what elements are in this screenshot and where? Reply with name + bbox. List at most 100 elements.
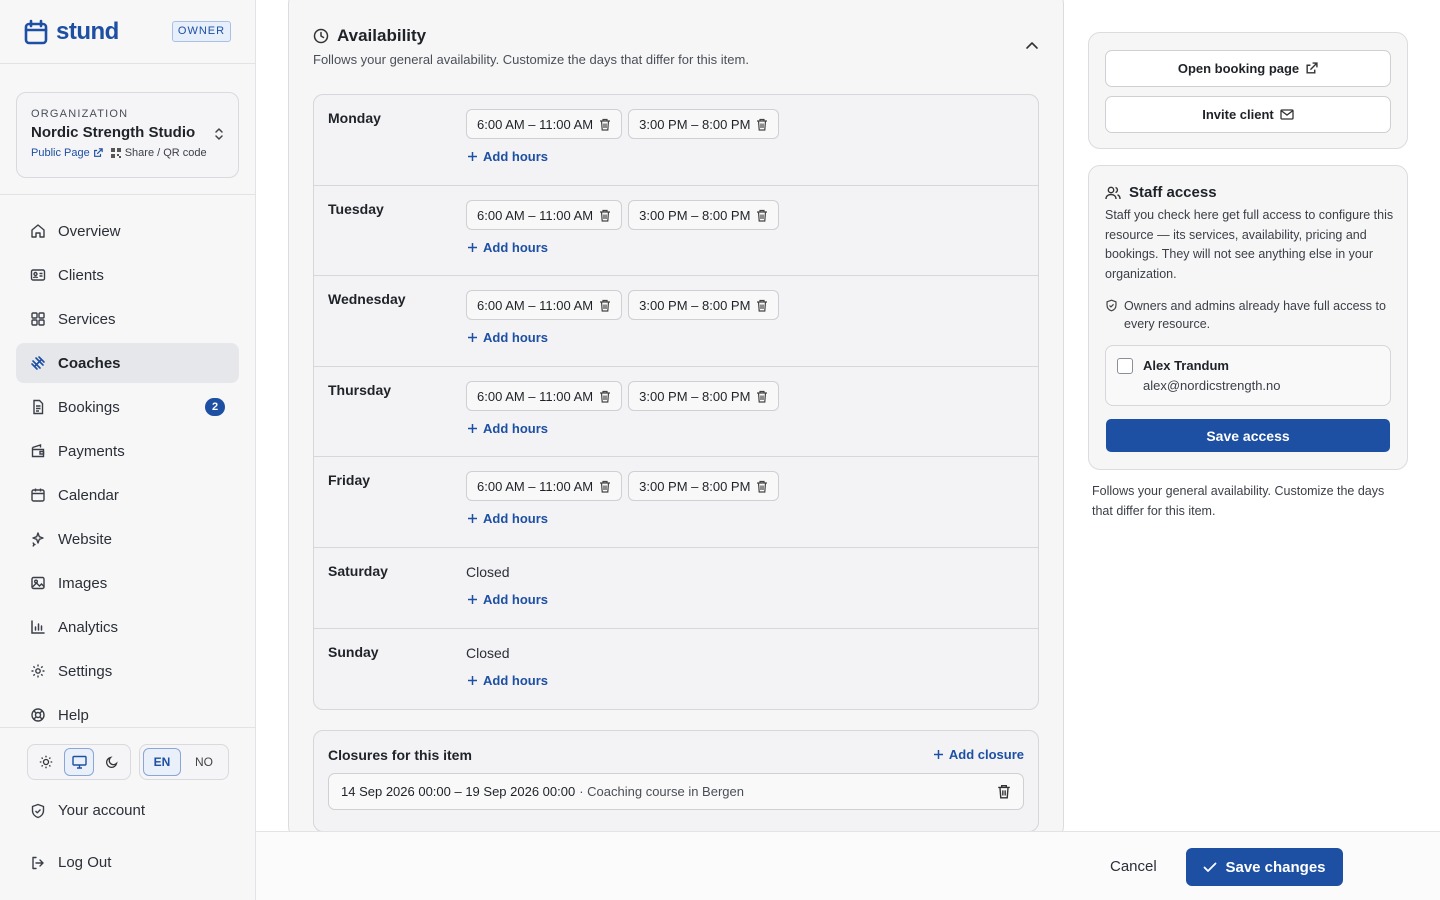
users-icon: [1105, 186, 1121, 200]
time-slot[interactable]: 6:00 AM – 11:00 AM: [466, 471, 623, 501]
nav-item-website[interactable]: Website: [16, 519, 239, 559]
home-icon: [30, 223, 46, 239]
trash-icon[interactable]: [756, 299, 768, 312]
add-closure-button[interactable]: Add closure: [933, 747, 1024, 762]
add-hours-button[interactable]: Add hours: [467, 592, 548, 607]
time-range: 3:00 PM – 8:00 PM: [639, 297, 751, 313]
chevron-up-icon: [1025, 41, 1039, 50]
staff-member-option[interactable]: Alex Trandum alex@nordicstrength.no: [1105, 345, 1391, 406]
open-booking-page-button[interactable]: Open booking page: [1105, 50, 1391, 87]
availability-card: Availability Follows your general availa…: [288, 0, 1064, 840]
time-slot[interactable]: 3:00 PM – 8:00 PM: [628, 381, 780, 411]
light-theme-button[interactable]: [31, 748, 62, 776]
calendar-icon: [30, 487, 46, 503]
language-no-button[interactable]: NO: [185, 748, 223, 776]
open-booking-label: Open booking page: [1177, 61, 1300, 76]
brand-logo[interactable]: stund: [24, 18, 119, 46]
public-page-label: Public Page: [31, 147, 90, 159]
brand-name: stund: [56, 18, 119, 45]
nav-label: Payments: [58, 442, 125, 460]
plus-icon: [467, 332, 478, 343]
add-hours-button[interactable]: Add hours: [467, 511, 548, 526]
day-row-friday: Friday 6:00 AM – 11:00 AM 3:00 PM – 8:00…: [314, 457, 1038, 548]
trash-icon[interactable]: [756, 209, 768, 222]
time-slot[interactable]: 6:00 AM – 11:00 AM: [466, 290, 623, 320]
trash-icon[interactable]: [599, 480, 611, 493]
bar-chart-icon: [30, 619, 46, 635]
time-slot[interactable]: 3:00 PM – 8:00 PM: [628, 290, 780, 320]
add-hours-button[interactable]: Add hours: [467, 240, 548, 255]
nav-item-analytics[interactable]: Analytics: [16, 607, 239, 647]
divider: [0, 63, 255, 64]
staff-member-checkbox[interactable]: [1117, 358, 1133, 374]
time-range: 3:00 PM – 8:00 PM: [639, 207, 751, 223]
trash-icon[interactable]: [997, 784, 1011, 799]
nav-item-services[interactable]: Services: [16, 299, 239, 339]
day-row-monday: Monday 6:00 AM – 11:00 AM 3:00 PM – 8:00…: [314, 95, 1038, 186]
your-account-link[interactable]: Your account: [30, 802, 145, 819]
nav-item-calendar[interactable]: Calendar: [16, 475, 239, 515]
save-changes-button[interactable]: Save changes: [1186, 848, 1343, 886]
system-theme-button[interactable]: [63, 748, 95, 776]
language-en-button[interactable]: EN: [143, 748, 181, 776]
trash-icon[interactable]: [599, 299, 611, 312]
nav-item-coaches[interactable]: Coaches: [16, 343, 239, 383]
staff-access-description: Staff you check here get full access to …: [1105, 208, 1394, 281]
plus-icon: [933, 749, 944, 760]
time-range: 6:00 AM – 11:00 AM: [477, 478, 594, 494]
nav-item-images[interactable]: Images: [16, 563, 239, 603]
time-slot[interactable]: 6:00 AM – 11:00 AM: [466, 381, 623, 411]
closed-label: Closed: [466, 645, 510, 661]
share-qr-link[interactable]: Share / QR code: [110, 147, 207, 159]
lifebuoy-icon: [30, 707, 46, 723]
time-range: 3:00 PM – 8:00 PM: [639, 388, 751, 404]
time-slot[interactable]: 6:00 AM – 11:00 AM: [466, 200, 623, 230]
public-page-link[interactable]: Public Page: [31, 147, 103, 159]
plus-icon: [467, 151, 478, 162]
log-out-link[interactable]: Log Out: [30, 854, 111, 871]
day-name: Tuesday: [328, 201, 384, 217]
add-hours-button[interactable]: Add hours: [467, 673, 548, 688]
add-hours-label: Add hours: [483, 592, 548, 607]
organization-switcher[interactable]: ORGANIZATION Nordic Strength Studio Publ…: [16, 92, 239, 178]
check-icon: [1203, 862, 1217, 873]
nav-item-help[interactable]: Help: [16, 695, 239, 735]
closure-dates: 14 Sep 2026 00:00 – 19 Sep 2026 00:00: [341, 784, 576, 799]
time-slot[interactable]: 3:00 PM – 8:00 PM: [628, 109, 780, 139]
day-name: Friday: [328, 472, 371, 488]
nav-item-overview[interactable]: Overview: [16, 211, 239, 251]
nav-item-payments[interactable]: Payments: [16, 431, 239, 471]
availability-note: Follows your general availability. Custo…: [1092, 484, 1385, 518]
trash-icon[interactable]: [599, 390, 611, 403]
trash-icon[interactable]: [599, 118, 611, 131]
save-access-button[interactable]: Save access: [1106, 419, 1390, 452]
time-range: 6:00 AM – 11:00 AM: [477, 116, 594, 132]
closed-label: Closed: [466, 564, 510, 580]
nav-item-settings[interactable]: Settings: [16, 651, 239, 691]
nav-item-clients[interactable]: Clients: [16, 255, 239, 295]
trash-icon[interactable]: [599, 209, 611, 222]
cancel-button[interactable]: Cancel: [1110, 858, 1157, 875]
day-name: Wednesday: [328, 291, 406, 307]
plus-icon: [467, 594, 478, 605]
closure-description: · Coaching course in Bergen: [579, 784, 744, 799]
dark-theme-button[interactable]: [96, 748, 127, 776]
add-hours-button[interactable]: Add hours: [467, 149, 548, 164]
add-hours-label: Add hours: [483, 511, 548, 526]
time-slot[interactable]: 3:00 PM – 8:00 PM: [628, 200, 780, 230]
trash-icon[interactable]: [756, 390, 768, 403]
collapse-button[interactable]: [1025, 41, 1039, 50]
trash-icon[interactable]: [756, 480, 768, 493]
staff-member-email: alex@nordicstrength.no: [1143, 378, 1281, 393]
quick-actions-card: Open booking page Invite client: [1088, 32, 1408, 149]
nav-item-bookings[interactable]: Bookings 2: [16, 387, 239, 427]
time-slot[interactable]: 3:00 PM – 8:00 PM: [628, 471, 780, 501]
availability-title: Availability: [337, 26, 427, 45]
grid-icon: [30, 311, 46, 327]
add-hours-button[interactable]: Add hours: [467, 421, 548, 436]
trash-icon[interactable]: [756, 118, 768, 131]
time-slot[interactable]: 6:00 AM – 11:00 AM: [466, 109, 623, 139]
invite-client-button[interactable]: Invite client: [1105, 96, 1391, 133]
add-hours-button[interactable]: Add hours: [467, 330, 548, 345]
divider: [0, 727, 255, 728]
